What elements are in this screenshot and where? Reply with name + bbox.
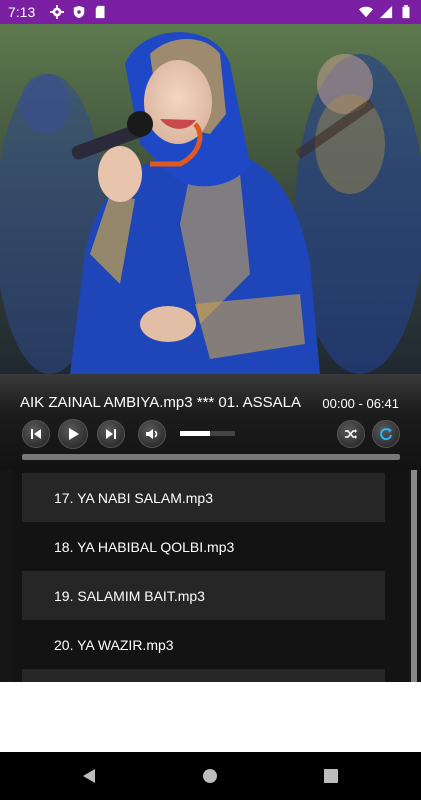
previous-icon xyxy=(31,429,41,439)
volume-level xyxy=(180,431,211,436)
sd-card-icon xyxy=(95,5,105,19)
play-button[interactable] xyxy=(58,419,88,449)
previous-button[interactable] xyxy=(22,420,50,448)
recents-button[interactable] xyxy=(320,765,342,787)
playlist-item[interactable]: 19. SALAMIM BAIT.mp3 xyxy=(22,571,385,620)
now-playing-title: AIK ZAINAL AMBIYA.mp3 *** 01. ASSALA xyxy=(20,394,301,411)
playlist-item[interactable] xyxy=(22,669,385,682)
playlist-item[interactable]: 20. YA WAZIR.mp3 xyxy=(22,620,385,669)
system-nav-bar xyxy=(0,752,421,800)
empty-area xyxy=(0,682,421,752)
seek-bar[interactable] xyxy=(22,454,400,460)
recents-icon xyxy=(324,769,338,783)
signal-icon xyxy=(379,5,393,19)
album-art xyxy=(0,24,421,374)
status-time: 7:13 xyxy=(8,4,36,20)
back-button[interactable] xyxy=(78,765,100,787)
repeat-button[interactable] xyxy=(372,420,400,448)
play-icon xyxy=(69,428,79,440)
playlist-item[interactable]: 17. YA NABI SALAM.mp3 xyxy=(22,473,385,522)
wifi-icon xyxy=(359,6,373,18)
home-button[interactable] xyxy=(199,765,221,787)
volume-icon xyxy=(146,429,158,439)
shuffle-icon xyxy=(345,429,357,439)
playlist-scrollbar[interactable] xyxy=(411,470,417,682)
playlist-item[interactable]: 18. YA HABIBAL QOLBI.mp3 xyxy=(22,522,385,571)
singer-photo xyxy=(0,24,421,374)
back-icon xyxy=(83,769,95,783)
repeat-icon xyxy=(380,428,392,441)
playlist-item-label: 18. YA HABIBAL QOLBI.mp3 xyxy=(54,538,235,555)
home-icon xyxy=(203,769,217,783)
next-button[interactable] xyxy=(97,420,125,448)
volume-button[interactable] xyxy=(138,420,166,448)
playlist: 17. YA NABI SALAM.mp3 18. YA HABIBAL QOL… xyxy=(0,470,421,682)
music-player: AIK ZAINAL AMBIYA.mp3 *** 01. ASSALA 00:… xyxy=(0,374,421,470)
shield-icon xyxy=(73,5,85,19)
battery-icon xyxy=(402,5,410,19)
playlist-item-label: 20. YA WAZIR.mp3 xyxy=(54,636,174,653)
track-duration: 00:00 - 06:41 xyxy=(322,396,399,411)
shuffle-button[interactable] xyxy=(337,420,365,448)
volume-slider[interactable] xyxy=(180,431,235,436)
gear-icon xyxy=(50,5,64,19)
playlist-item-label: 17. YA NABI SALAM.mp3 xyxy=(54,489,214,506)
next-icon xyxy=(106,429,116,439)
playlist-item-label: 19. SALAMIM BAIT.mp3 xyxy=(54,587,205,604)
status-bar: 7:13 xyxy=(0,0,421,24)
